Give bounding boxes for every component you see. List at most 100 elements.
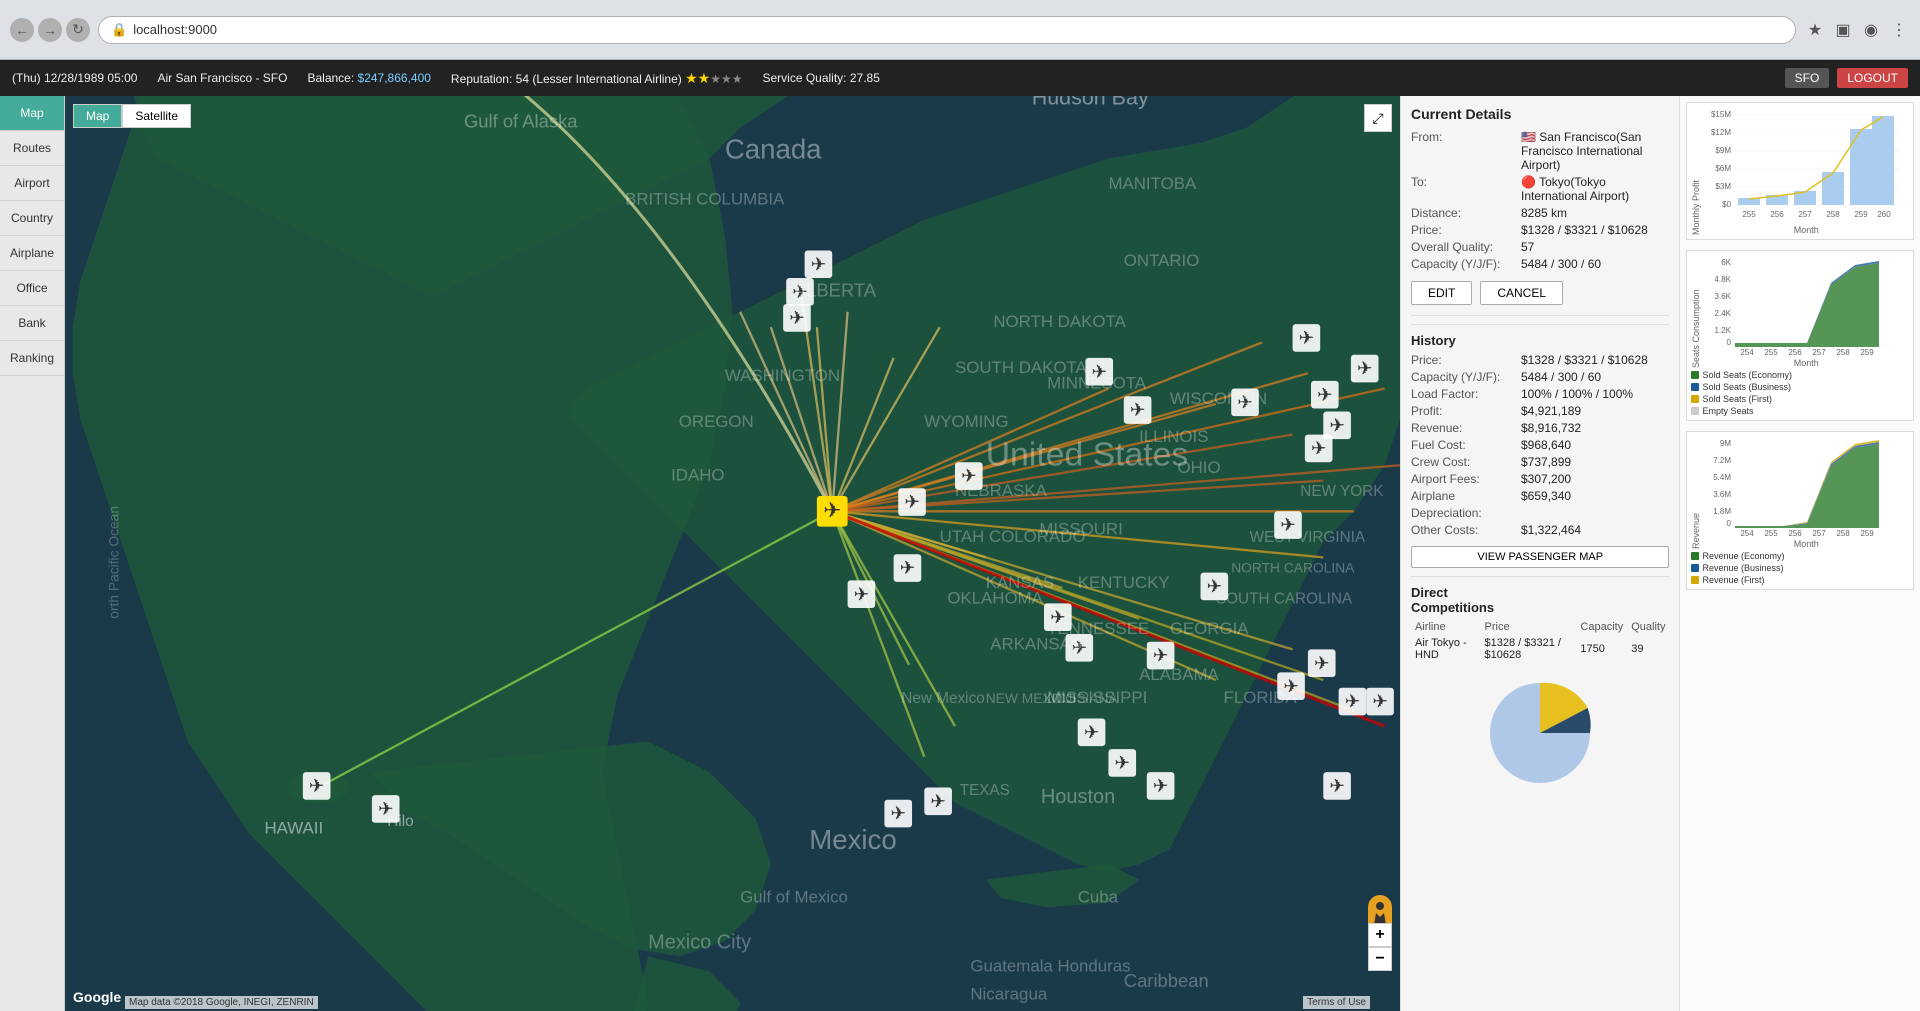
capacity-row: Capacity (Y/J/F): 5484 / 300 / 60 <box>1411 257 1669 271</box>
seats-legend-business: Sold Seats (Business) <box>1691 382 1909 392</box>
revenue-y-label: Revenue <box>1691 436 1701 549</box>
svg-text:255: 255 <box>1765 529 1779 536</box>
revenue-legend-first: Revenue (First) <box>1691 575 1909 585</box>
revenue-legend-economy: Revenue (Economy) <box>1691 551 1909 561</box>
svg-text:$12M: $12M <box>1711 128 1731 137</box>
svg-text:258: 258 <box>1827 210 1841 219</box>
svg-text:7.2M: 7.2M <box>1714 456 1732 465</box>
google-logo: Google <box>73 989 121 1005</box>
history-section: History Price: $1328 / $3321 / $10628 Ca… <box>1411 324 1669 568</box>
map-type-controls: Map Satellite <box>73 104 191 128</box>
from-flag: 🇺🇸 <box>1521 130 1536 144</box>
history-profit: $4,921,189 <box>1521 404 1581 418</box>
svg-text:260: 260 <box>1878 210 1892 219</box>
svg-text:$15M: $15M <box>1711 110 1731 119</box>
svg-text:Gulf of Alaska: Gulf of Alaska <box>464 111 578 132</box>
sfo-button[interactable]: SFO <box>1785 68 1830 88</box>
zoom-in-button[interactable]: + <box>1368 923 1392 947</box>
svg-text:✈: ✈ <box>1317 384 1332 405</box>
svg-text:IDAHO: IDAHO <box>671 466 724 485</box>
map-tab-map[interactable]: Map <box>73 104 122 128</box>
svg-text:255: 255 <box>1743 210 1757 219</box>
svg-text:✈: ✈ <box>1329 775 1344 796</box>
history-crew-row: Crew Cost: $737,899 <box>1411 455 1669 469</box>
svg-text:6K: 6K <box>1722 258 1732 267</box>
svg-text:ALABAMA: ALABAMA <box>1139 665 1219 684</box>
svg-text:KENTUCKY: KENTUCKY <box>1078 573 1170 592</box>
svg-text:ILLINOIS: ILLINOIS <box>1139 427 1208 446</box>
svg-text:✈: ✈ <box>1084 721 1099 742</box>
address-bar[interactable]: 🔒 localhost:9000 <box>98 16 1796 44</box>
forward-button[interactable]: → <box>38 18 62 42</box>
sidebar-item-routes[interactable]: Routes <box>0 131 64 166</box>
menu-icon[interactable]: ⋮ <box>1888 19 1910 41</box>
history-fuel-row: Fuel Cost: $968,640 <box>1411 438 1669 452</box>
back-button[interactable]: ← <box>10 18 34 42</box>
edit-button[interactable]: EDIT <box>1411 281 1472 305</box>
from-row: From: 🇺🇸 San Francisco(San Francisco Int… <box>1411 130 1669 172</box>
browser-icons: ★ ▣ ◉ ⋮ <box>1804 19 1910 41</box>
profit-y-label: Monthly Profit <box>1691 107 1701 235</box>
svg-text:2.4K: 2.4K <box>1715 309 1732 318</box>
svg-text:✈: ✈ <box>1314 652 1329 673</box>
svg-text:BRITISH COLUMBIA: BRITISH COLUMBIA <box>625 189 785 208</box>
svg-text:Houston: Houston <box>1041 786 1115 808</box>
map-tab-satellite[interactable]: Satellite <box>122 104 191 128</box>
cancel-button[interactable]: CANCEL <box>1480 281 1563 305</box>
svg-text:254: 254 <box>1741 529 1755 536</box>
sidebar-item-office[interactable]: Office <box>0 271 64 306</box>
svg-text:NEBRASKA: NEBRASKA <box>955 481 1048 500</box>
right-panel: Current Details From: 🇺🇸 San Francisco(S… <box>1400 96 1920 1011</box>
zoom-out-button[interactable]: − <box>1368 947 1392 971</box>
svg-text:Hilo: Hilo <box>387 813 413 830</box>
svg-text:256: 256 <box>1771 210 1785 219</box>
svg-text:MANITOBA: MANITOBA <box>1108 174 1197 193</box>
history-revenue: $8,916,732 <box>1521 421 1581 435</box>
sidebar-item-airport[interactable]: Airport <box>0 166 64 201</box>
sidebar-item-airplane[interactable]: Airplane <box>0 236 64 271</box>
map-area[interactable]: ✈ ✈ ✈ ✈ ✈ ✈ ✈ ✈ <box>65 96 1400 1011</box>
sidebar-item-country[interactable]: Country <box>0 201 64 236</box>
sidebar-item-bank[interactable]: Bank <box>0 306 64 341</box>
map-expand-button[interactable]: ⤢ <box>1364 104 1392 132</box>
history-fuel: $968,640 <box>1521 438 1571 452</box>
history-crew: $737,899 <box>1521 455 1571 469</box>
history-airport-row: Airport Fees: $307,200 <box>1411 472 1669 486</box>
svg-text:NORTH CAROLINA: NORTH CAROLINA <box>1231 560 1355 576</box>
svg-text:NEW YORK: NEW YORK <box>1300 483 1384 500</box>
charts-panel: Monthly Profit $15M $12M $9M $6M $3M $0 <box>1680 96 1920 1011</box>
to-value: Tokyo(Tokyo International Airport) <box>1521 175 1629 203</box>
svg-text:OKLAHOMA: OKLAHOMA <box>947 588 1043 607</box>
sidebar-item-ranking[interactable]: Ranking <box>0 341 64 376</box>
svg-text:258: 258 <box>1837 529 1851 536</box>
svg-text:256: 256 <box>1789 348 1803 355</box>
reload-button[interactable]: ↻ <box>66 18 90 42</box>
star-icon[interactable]: ★ <box>1804 19 1826 41</box>
browser-nav-buttons: ← → ↻ <box>10 18 90 42</box>
svg-text:New Mexico: New Mexico <box>901 690 984 707</box>
history-other: $1,322,464 <box>1521 523 1581 537</box>
passenger-map-button[interactable]: VIEW PASSENGER MAP <box>1411 546 1669 568</box>
seats-y-label: Seats Consumption <box>1691 255 1701 368</box>
svg-text:$3M: $3M <box>1716 182 1732 191</box>
service-quality: Service Quality: 27.85 <box>762 71 879 85</box>
sidebar-item-map[interactable]: Map <box>0 96 64 131</box>
to-flag: 🔴 <box>1521 175 1536 189</box>
history-profit-row: Profit: $4,921,189 <box>1411 404 1669 418</box>
svg-text:✈: ✈ <box>789 307 804 328</box>
extension-icon[interactable]: ▣ <box>1832 19 1854 41</box>
airline-name: Air San Francisco - SFO <box>157 71 287 85</box>
svg-text:✈: ✈ <box>811 253 826 274</box>
svg-text:3.6K: 3.6K <box>1715 292 1732 301</box>
main-layout: Map Routes Airport Country Airplane Offi… <box>0 96 1920 1011</box>
svg-text:1.2K: 1.2K <box>1715 326 1732 335</box>
svg-text:$0: $0 <box>1723 200 1732 209</box>
map-terms[interactable]: Terms of Use <box>1303 996 1370 1009</box>
quality-row: Overall Quality: 57 <box>1411 240 1669 254</box>
svg-text:✈: ✈ <box>1329 415 1344 436</box>
sidebar: Map Routes Airport Country Airplane Offi… <box>0 96 65 1011</box>
user-icon[interactable]: ◉ <box>1860 19 1882 41</box>
svg-text:✈: ✈ <box>891 803 906 824</box>
competition-pie-chart <box>1480 673 1600 793</box>
logout-button[interactable]: LOGOUT <box>1837 68 1908 88</box>
